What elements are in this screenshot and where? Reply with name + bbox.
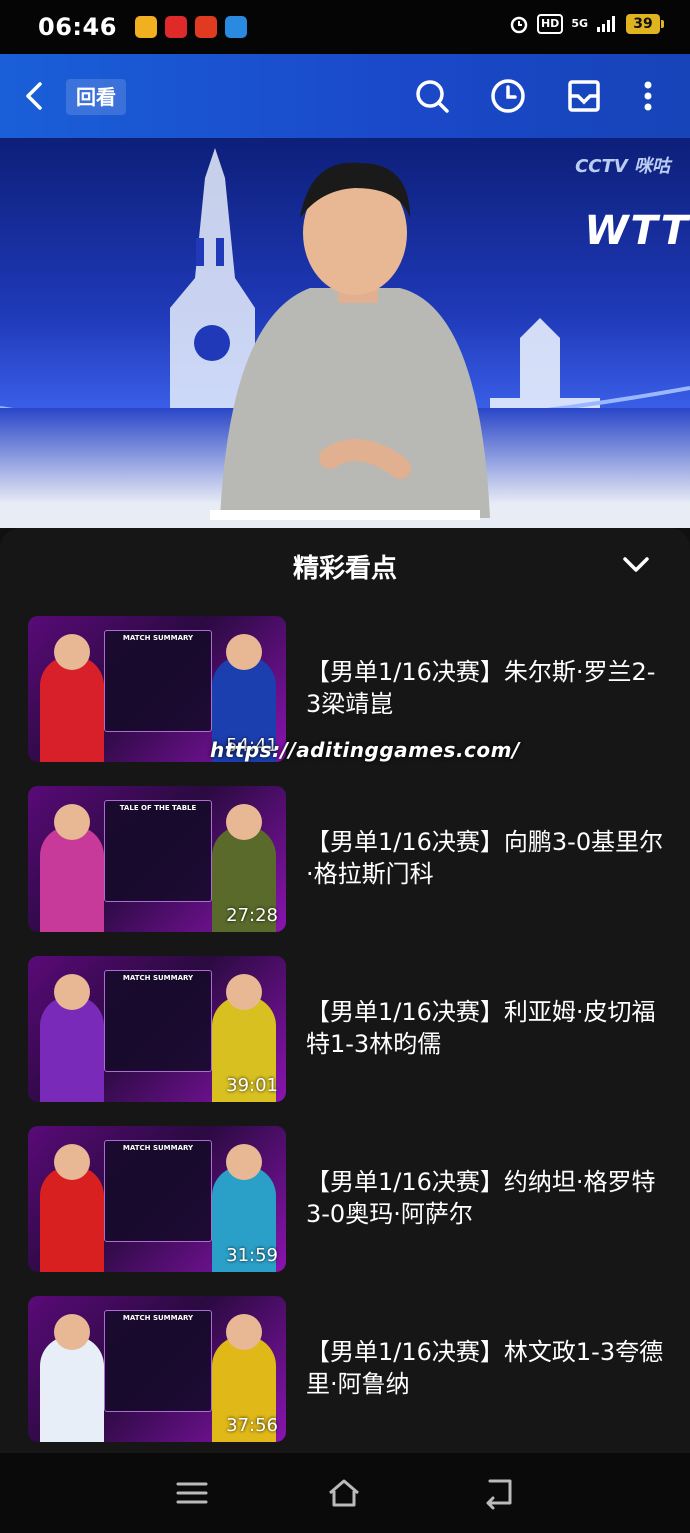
- item-title[interactable]: 【男单1/16决赛】林文政1-3夸德里·阿鲁纳: [306, 1336, 666, 1400]
- list-item[interactable]: MATCH SUMMARY 31:59 【男单1/16决赛】约纳坦·格罗特3-0…: [28, 1126, 668, 1272]
- player-figure: [40, 656, 104, 762]
- return-icon[interactable]: [480, 1475, 516, 1511]
- item-title[interactable]: 【男单1/16决赛】约纳坦·格罗特3-0奥玛·阿萨尔: [306, 1166, 666, 1230]
- scoreboard: MATCH SUMMARY: [104, 1310, 212, 1412]
- scoreboard: TALE OF THE TABLE: [104, 800, 212, 902]
- status-time: 06:46: [38, 13, 117, 41]
- broadcaster-logo: CCTV 咪咕: [575, 156, 670, 177]
- notification-icons: [134, 16, 247, 38]
- menu-icon[interactable]: [174, 1475, 210, 1511]
- item-title[interactable]: 【男单1/16决赛】利亚姆·皮切福特1-3林昀儒: [306, 996, 666, 1060]
- status-bar: 06:46 HD 5G 39: [0, 0, 690, 54]
- player-figure: [40, 996, 104, 1102]
- scoreboard: MATCH SUMMARY: [104, 970, 212, 1072]
- back-icon[interactable]: [16, 76, 56, 116]
- video-duration: 31:59: [226, 1245, 278, 1266]
- video-thumbnail[interactable]: MATCH SUMMARY 31:59: [28, 1126, 286, 1272]
- history-clock-icon[interactable]: [488, 76, 528, 116]
- network-type: 5G: [571, 17, 588, 30]
- weibo-icon: [134, 16, 157, 38]
- item-title[interactable]: 【男单1/16决赛】向鹏3-0基里尔·格拉斯门科: [306, 826, 666, 890]
- app-notification-icon: [224, 16, 247, 38]
- watermark-url: https://aditinggames.com/: [210, 738, 520, 762]
- search-icon[interactable]: [412, 76, 452, 116]
- list-item[interactable]: MATCH SUMMARY 37:56 【男单1/16决赛】林文政1-3夸德里·…: [28, 1296, 668, 1442]
- video-player[interactable]: CCTV 咪咕 WTT: [0, 138, 690, 528]
- system-nav-bar: [0, 1453, 690, 1533]
- status-indicators: HD 5G 39: [509, 14, 664, 34]
- video-duration: 37:56: [226, 1415, 278, 1436]
- list-item[interactable]: MATCH SUMMARY 39:01 【男单1/16决赛】利亚姆·皮切福特1-…: [28, 956, 668, 1102]
- home-icon[interactable]: [326, 1475, 362, 1511]
- video-duration: 27:28: [226, 905, 278, 926]
- signal-icon: [597, 16, 615, 32]
- scoreboard: MATCH SUMMARY: [104, 1140, 212, 1242]
- video-thumbnail[interactable]: MATCH SUMMARY 37:56: [28, 1296, 286, 1442]
- list-item[interactable]: TALE OF THE TABLE 27:28 【男单1/16决赛】向鹏3-0基…: [28, 786, 668, 932]
- video-duration: 39:01: [226, 1075, 278, 1096]
- event-logo: WTT: [584, 208, 690, 254]
- video-thumbnail[interactable]: MATCH SUMMARY 39:01: [28, 956, 286, 1102]
- top-bar: 回看: [0, 54, 690, 138]
- replay-tab[interactable]: 回看: [66, 79, 126, 115]
- player-figure: [40, 826, 104, 932]
- inbox-icon[interactable]: [564, 76, 604, 116]
- hd-badge: HD: [536, 14, 564, 34]
- alarm-icon: [510, 16, 528, 34]
- scoreboard: MATCH SUMMARY: [104, 630, 212, 732]
- app-notification-icon: [164, 16, 187, 38]
- item-title[interactable]: 【男单1/16决赛】朱尔斯·罗兰2-3梁靖崑: [306, 656, 666, 720]
- chevron-down-icon[interactable]: [620, 548, 652, 580]
- player-figure: [40, 1166, 104, 1272]
- player-figure: [40, 1336, 104, 1442]
- battery-icon: 39: [626, 14, 664, 34]
- app-notification-icon: [194, 16, 217, 38]
- more-options-icon[interactable]: [628, 76, 668, 116]
- video-thumbnail[interactable]: TALE OF THE TABLE 27:28: [28, 786, 286, 932]
- presenter-figure: [210, 162, 490, 520]
- panel-title: 精彩看点: [292, 554, 397, 584]
